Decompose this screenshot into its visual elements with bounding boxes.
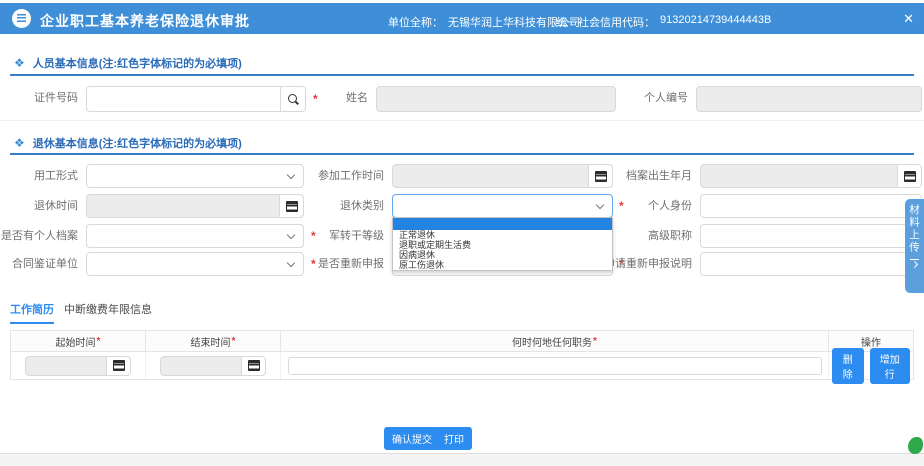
title-bar: 企业职工基本养老保险退休审批 单位全称： 无锡华润上华科技有限公司 统一社会信用… (0, 3, 924, 34)
dropdown-option[interactable]: 退职或定期生活费 (393, 240, 612, 250)
calendar-icon (595, 171, 607, 182)
cell-end-time (146, 352, 281, 379)
delete-row-button[interactable]: 删除 (832, 348, 864, 384)
material-upload-tab[interactable]: 材料上传 (905, 199, 924, 293)
employment-type-select[interactable] (86, 164, 304, 188)
confirm-submit-button[interactable]: 确认提交 (384, 427, 440, 450)
tab-divider (910, 259, 919, 260)
floating-plugin-icon[interactable] (908, 437, 923, 454)
cell-actions: 删除 增加行 (829, 352, 913, 379)
cell-duty (281, 352, 829, 379)
end-time-input (160, 356, 266, 376)
retire-type-dropdown: 正常退休 退职或定期生活费 因病退休 原工伤退休 (392, 217, 613, 271)
required-asterisk: * (593, 336, 597, 347)
personal-identity-input[interactable] (700, 194, 922, 218)
senior-title-input[interactable] (700, 224, 922, 248)
required-asterisk: * (232, 336, 236, 347)
calendar-icon (113, 360, 125, 371)
person-no-input (696, 86, 922, 112)
person-no-label: 个人编号 (610, 86, 688, 111)
re-declare-label: 是否重新申报 (306, 252, 384, 277)
credit-code-value: 91320214739444443B (660, 14, 771, 26)
military-cadre-level-label: 军转干等级 (306, 224, 384, 249)
retire-date-label: 退休时间 (0, 194, 78, 219)
calendar-icon (248, 360, 260, 371)
retire-type-label: 退休类别 (306, 194, 384, 219)
cert-no-label: 证件号码 (0, 86, 78, 111)
dropdown-option[interactable]: 因病退休 (393, 250, 612, 260)
section-divider (10, 153, 914, 155)
table-row: 删除 增加行 (11, 352, 913, 379)
unit-name-label: 单位全称： (388, 14, 443, 30)
tab-interrupt-payment-info[interactable]: 中断缴费年限信息 (64, 301, 152, 322)
section-title-retire: ❖ 退休基本信息(注:红色字体标记的为必填项) (14, 135, 242, 151)
file-birth-date-label: 档案出生年月 (614, 164, 692, 189)
retire-date-input (86, 194, 304, 218)
calendar-icon (286, 201, 298, 212)
chevron-down-icon (596, 201, 604, 209)
diamond-icon: ❖ (14, 136, 25, 150)
chevron-left-icon (911, 261, 918, 268)
bottom-strip (0, 453, 924, 466)
col-header-text: 起始时间 (56, 334, 96, 349)
add-row-button[interactable]: 增加行 (870, 348, 910, 384)
re-declare-note-input[interactable] (700, 252, 922, 276)
contract-verify-unit-label: 合同鉴证单位 (0, 252, 78, 277)
chevron-down-icon (287, 171, 295, 179)
col-header-text: 何时何地任何职务 (512, 334, 592, 349)
divider (0, 120, 924, 121)
col-header-text: 操作 (861, 334, 881, 349)
dropdown-option[interactable]: 原工伤退休 (393, 260, 612, 270)
page-title: 企业职工基本养老保险退休审批 (40, 11, 250, 31)
calendar-button[interactable] (279, 195, 303, 217)
document-icon (12, 9, 31, 28)
retire-type-select[interactable] (392, 194, 613, 218)
diamond-icon: ❖ (14, 56, 25, 70)
cell-start-time (11, 352, 146, 379)
col-header-duty: 何时何地任何职务* (281, 331, 829, 351)
has-personal-file-select[interactable] (86, 224, 304, 248)
name-input (376, 86, 616, 112)
dropdown-option[interactable]: 正常退休 (393, 230, 612, 240)
col-header-end-time: 结束时间* (146, 331, 281, 351)
calendar-button[interactable] (241, 357, 265, 375)
senior-title-label: 高级职称 (614, 224, 692, 249)
tab-work-history[interactable]: 工作简历 (10, 301, 54, 324)
cert-no-input[interactable] (86, 86, 306, 112)
calendar-button[interactable] (588, 165, 612, 187)
has-personal-file-label: 是否有个人档案 (0, 224, 78, 249)
work-start-date-label: 参加工作时间 (306, 164, 384, 189)
section-divider (10, 74, 914, 76)
contract-verify-unit-select[interactable] (86, 252, 304, 276)
personal-identity-label: 个人身份 (614, 194, 692, 219)
required-asterisk: * (97, 336, 101, 347)
table-header-row: 起始时间* 结束时间* 何时何地任何职务* 操作 (11, 331, 913, 352)
chevron-down-icon (287, 231, 295, 239)
name-label: 姓名 (290, 86, 368, 111)
employment-type-label: 用工形式 (0, 164, 78, 189)
start-time-input (25, 356, 131, 376)
calendar-icon (904, 171, 916, 182)
work-history-table: 起始时间* 结束时间* 何时何地任何职务* 操作 (10, 330, 914, 380)
section-title-retire-text: 退休基本信息(注:红色字体标记的为必填项) (33, 138, 242, 150)
file-birth-date-input (700, 164, 922, 188)
credit-code-label: 统一社会信用代码： (556, 14, 655, 30)
calendar-button[interactable] (897, 165, 921, 187)
work-start-date-input (392, 164, 613, 188)
duty-input[interactable] (288, 357, 822, 375)
print-button[interactable]: 打印 (436, 427, 472, 450)
calendar-button[interactable] (106, 357, 130, 375)
material-upload-tab-label: 材料上传 (907, 204, 922, 254)
section-title-person-text: 人员基本信息(注:红色字体标记的为必填项) (33, 58, 242, 70)
retirement-approval-page: 企业职工基本养老保险退休审批 单位全称： 无锡华润上华科技有限公司 统一社会信用… (0, 0, 924, 466)
close-icon[interactable]: ✕ (903, 11, 914, 27)
chevron-down-icon (287, 259, 295, 267)
section-title-person: ❖ 人员基本信息(注:红色字体标记的为必填项) (14, 55, 242, 71)
dropdown-option-empty[interactable] (393, 218, 612, 230)
col-header-start-time: 起始时间* (11, 331, 146, 351)
col-header-text: 结束时间 (191, 334, 231, 349)
